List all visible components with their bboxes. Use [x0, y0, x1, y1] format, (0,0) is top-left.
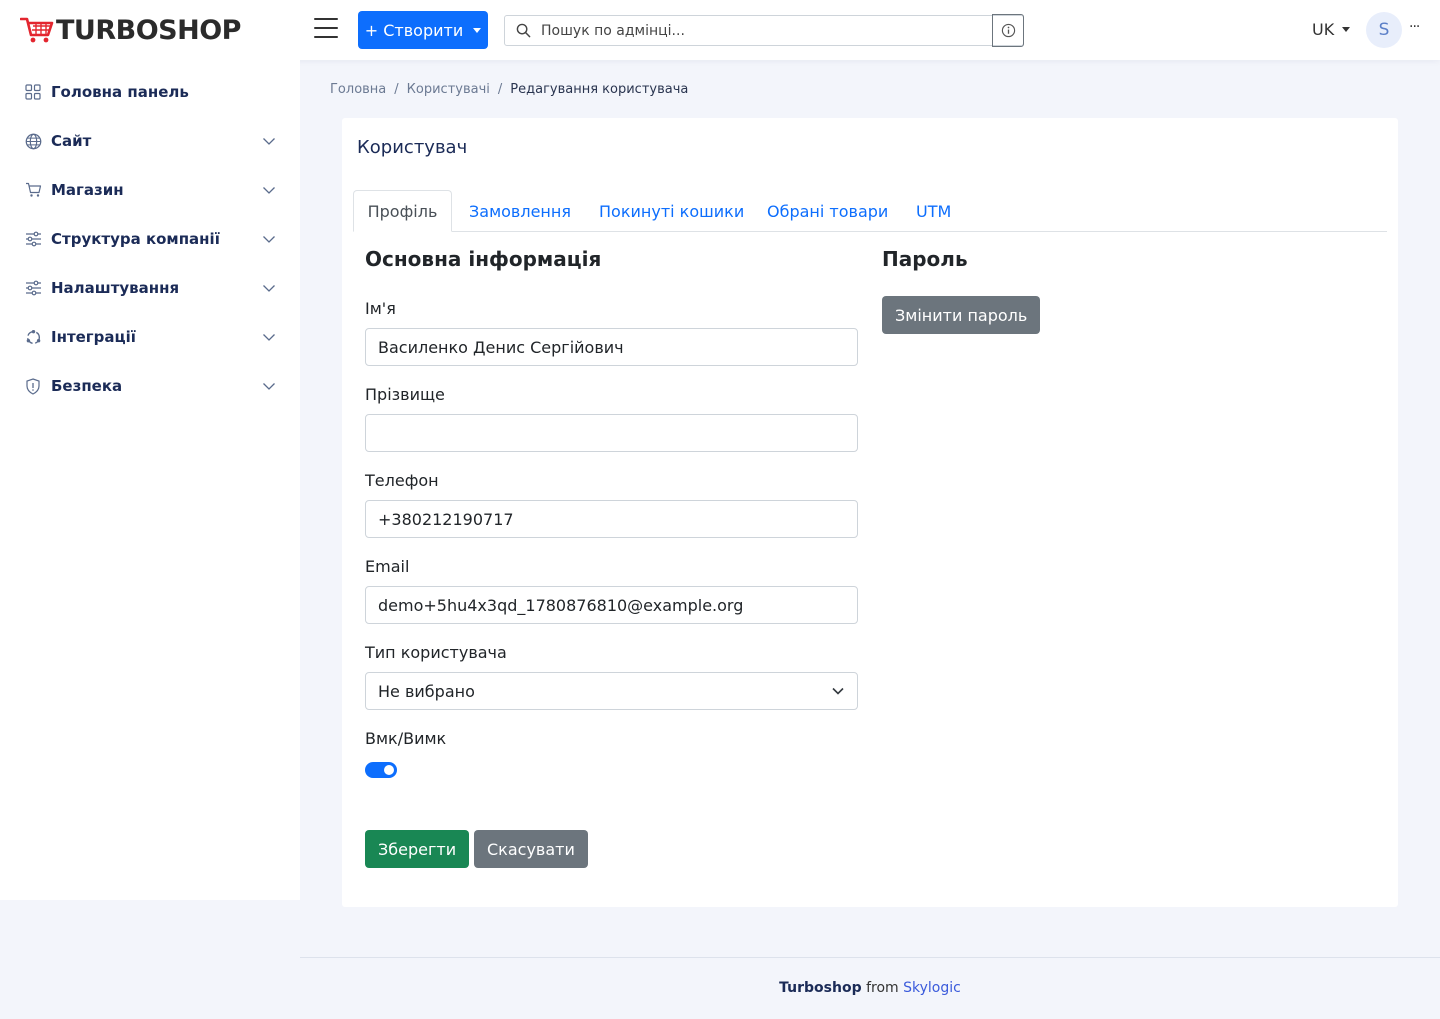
- avatar[interactable]: S: [1366, 12, 1402, 48]
- tabs: Профіль Замовлення Покинуті кошики Обран…: [353, 190, 1387, 232]
- chevron-down-icon: [263, 138, 275, 145]
- menu-toggle-icon[interactable]: [314, 18, 338, 42]
- sidebar-item-label: Сайт: [51, 132, 92, 150]
- sidebar-item-label: Структура компанії: [51, 230, 220, 248]
- breadcrumb-separator: /: [497, 82, 503, 97]
- info-icon: [1001, 23, 1015, 38]
- breadcrumb: Головна / Користувачі / Редагування кори…: [330, 82, 688, 97]
- sidebar-item-label: Безпека: [51, 377, 123, 395]
- save-button[interactable]: Зберегти: [365, 830, 470, 868]
- tab-abandoned-carts[interactable]: Покинуті кошики: [599, 190, 744, 232]
- phone-field[interactable]: [365, 500, 858, 538]
- sidebar-item-shop[interactable]: Магазин: [24, 178, 276, 202]
- footer-from: from: [866, 980, 899, 996]
- chevron-down-icon: [263, 236, 275, 243]
- user-type-select[interactable]: Не вибрано: [365, 672, 858, 710]
- chevron-down-icon: [263, 383, 275, 390]
- change-password-button[interactable]: Змінити пароль: [882, 296, 1041, 334]
- sidebar-item-label: Налаштування: [51, 279, 180, 297]
- logo[interactable]: TURBOSHOP: [20, 14, 241, 46]
- breadcrumb-users[interactable]: Користувачі: [407, 82, 490, 97]
- footer-company-link[interactable]: Skylogic: [903, 980, 961, 996]
- name-label: Ім'я: [365, 299, 396, 318]
- password-heading: Пароль: [882, 247, 968, 271]
- breadcrumb-current: Редагування користувача: [510, 82, 689, 97]
- caret-down-icon: [473, 27, 482, 33]
- admin-search: [504, 14, 1024, 47]
- search-input[interactable]: [541, 16, 992, 45]
- footer-brand: Turboshop: [779, 980, 862, 996]
- sliders-icon: [24, 230, 42, 248]
- email-label: Email: [365, 557, 410, 576]
- sidebar-item-integrations[interactable]: Інтеграції: [24, 325, 276, 349]
- globe-icon: [24, 132, 42, 150]
- enabled-toggle[interactable]: [365, 762, 397, 778]
- search-info-button[interactable]: [992, 14, 1024, 47]
- sidebar: Головна панель Сайт Магазин Структура ко…: [0, 60, 300, 900]
- create-button-label: + Створити: [364, 20, 464, 40]
- sidebar-item-security[interactable]: Безпека: [24, 374, 276, 398]
- tab-utm[interactable]: UTM: [916, 190, 951, 232]
- tab-profile[interactable]: Профіль: [353, 190, 452, 232]
- footer-text: Turboshop from Skylogic: [300, 980, 1440, 996]
- cart-icon: [24, 181, 42, 199]
- tab-favorites[interactable]: Обрані товари: [767, 190, 888, 232]
- chevron-down-icon: [263, 334, 275, 341]
- shield-icon: [24, 377, 42, 395]
- phone-label: Телефон: [365, 471, 439, 490]
- dashboard-icon: [24, 83, 42, 101]
- logo-text: TURBOSHOP: [56, 14, 241, 46]
- user-card: Користувач Профіль Замовлення Покинуті к…: [342, 118, 1398, 907]
- user-type-value: Не вибрано: [378, 681, 475, 701]
- sidebar-item-dashboard[interactable]: Головна панель: [24, 80, 276, 104]
- basic-info-heading: Основна інформація: [365, 247, 602, 271]
- sidebar-item-label: Головна панель: [51, 83, 189, 101]
- chevron-down-icon: [832, 687, 844, 695]
- sliders-icon: [24, 279, 42, 297]
- enabled-label: Вмк/Вимк: [365, 729, 447, 748]
- sidebar-item-label: Магазин: [51, 181, 124, 199]
- name-field[interactable]: [365, 328, 858, 366]
- cart-logo-icon: [20, 17, 54, 43]
- breadcrumb-home[interactable]: Головна: [330, 82, 386, 97]
- top-bar: TURBOSHOP + Створити UK S ···: [0, 0, 1440, 60]
- tab-orders[interactable]: Замовлення: [469, 190, 571, 232]
- sidebar-item-company-structure[interactable]: Структура компанії: [24, 227, 276, 251]
- surname-field[interactable]: [365, 414, 858, 452]
- chevron-down-icon: [263, 187, 275, 194]
- more-options-icon[interactable]: ···: [1409, 19, 1420, 35]
- sidebar-item-site[interactable]: Сайт: [24, 129, 276, 153]
- page-title: Користувач: [357, 137, 468, 158]
- email-field[interactable]: [365, 586, 858, 624]
- search-icon: [505, 23, 541, 38]
- create-button[interactable]: + Створити: [358, 11, 488, 49]
- sidebar-item-settings[interactable]: Налаштування: [24, 276, 276, 300]
- integration-icon: [24, 328, 42, 346]
- chevron-down-icon: [263, 285, 275, 292]
- breadcrumb-separator: /: [394, 82, 399, 97]
- surname-label: Прізвище: [365, 385, 445, 404]
- language-label: UK: [1312, 20, 1335, 39]
- caret-down-icon: [1342, 27, 1351, 32]
- cancel-button[interactable]: Скасувати: [474, 830, 588, 868]
- footer: Turboshop from Skylogic: [300, 957, 1440, 1019]
- user-type-label: Тип користувача: [365, 643, 507, 662]
- language-selector[interactable]: UK: [1312, 20, 1351, 39]
- sidebar-item-label: Інтеграції: [51, 328, 136, 346]
